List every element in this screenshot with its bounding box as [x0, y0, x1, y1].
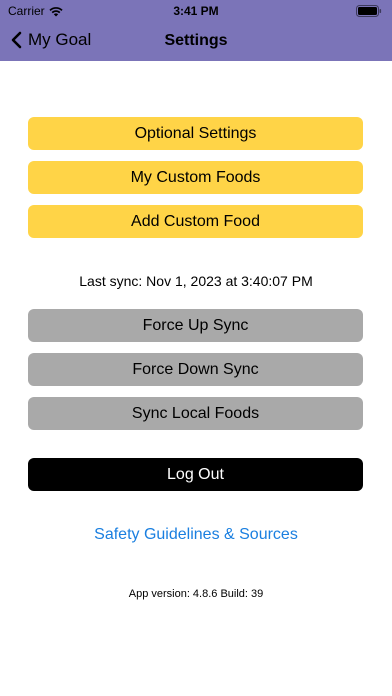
page-title: Settings [164, 32, 228, 49]
status-time: 3:41 PM [173, 4, 219, 18]
battery-icon [356, 5, 382, 17]
add-custom-food-button[interactable]: Add Custom Food [28, 205, 363, 238]
safety-guidelines-link[interactable]: Safety Guidelines & Sources [0, 526, 392, 544]
header: Carrier 3:41 PM My Goal Settings [0, 0, 392, 61]
my-custom-foods-button[interactable]: My Custom Foods [28, 161, 363, 194]
nav-bar: My Goal Settings [0, 22, 392, 61]
settings-screen: Carrier 3:41 PM My Goal Settings Optiona… [0, 0, 392, 696]
force-down-sync-button[interactable]: Force Down Sync [28, 353, 363, 386]
sync-local-foods-button[interactable]: Sync Local Foods [28, 397, 363, 430]
last-sync-text: Last sync: Nov 1, 2023 at 3:40:07 PM [79, 273, 313, 289]
status-bar: Carrier 3:41 PM [0, 0, 392, 22]
app-version-text: App version: 4.8.6 Build: 39 [128, 588, 264, 600]
optional-settings-button[interactable]: Optional Settings [28, 117, 363, 150]
force-up-sync-button[interactable]: Force Up Sync [28, 309, 363, 342]
log-out-button[interactable]: Log Out [28, 458, 363, 491]
